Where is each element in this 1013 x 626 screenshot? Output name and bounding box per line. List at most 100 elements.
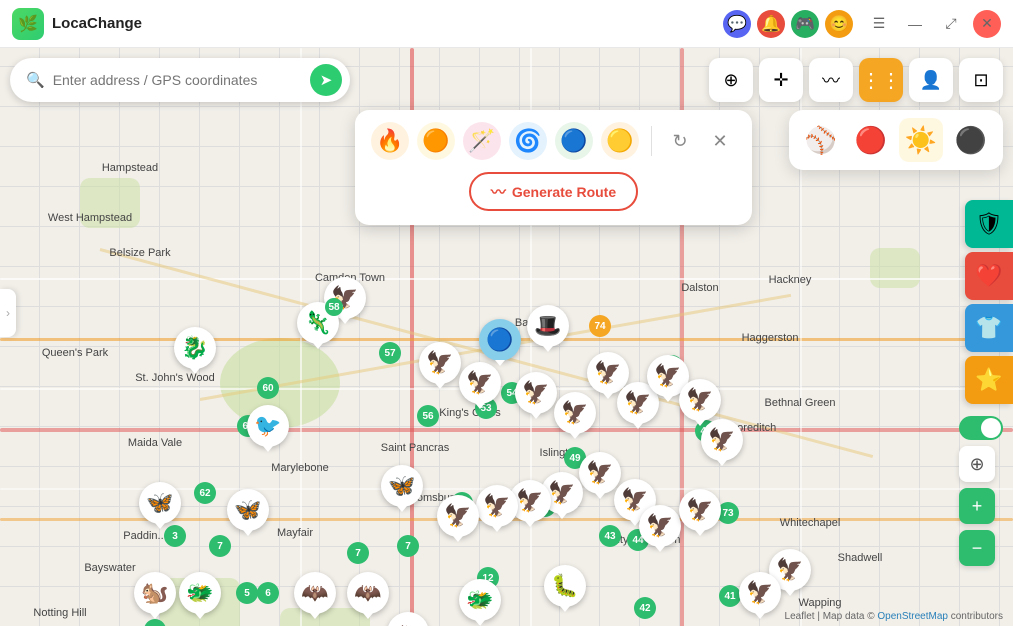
filter-fire[interactable]: 🟡	[601, 122, 639, 160]
pokemon-marker[interactable]: 🦅	[515, 372, 557, 414]
attribution-text: Leaflet | Map data ©	[785, 611, 878, 622]
pokemon-marker-ball[interactable]: 🔵	[479, 319, 521, 361]
pokemon-marker-squirrel[interactable]: 🐿️	[134, 572, 176, 614]
pokemon-marker[interactable]: 🦅	[476, 485, 518, 527]
map-label-queens-park: Queen's Park	[42, 347, 108, 359]
menu-icon[interactable]: ☰	[865, 10, 893, 38]
pokemon-marker[interactable]: 🦋	[227, 489, 269, 531]
zoom-out-button[interactable]: −	[959, 530, 995, 566]
pokemon-marker[interactable]: 🦅	[739, 572, 781, 614]
map-label-mayfair: Mayfair	[277, 527, 313, 539]
side-floats: 🛡 ❤️ 👕 ⭐	[965, 200, 1013, 404]
map-label-maidavale: Maida Vale	[128, 437, 182, 449]
osm-link[interactable]: OpenStreetMap	[877, 611, 948, 622]
filter-close-button[interactable]: ✕	[704, 125, 736, 157]
app-name: LocaChange	[52, 15, 723, 32]
loc-number: 7	[209, 535, 231, 557]
settings-button[interactable]: ⊡	[959, 58, 1003, 102]
pokemon-marker[interactable]: 🦇	[294, 572, 336, 614]
pokemon-marker[interactable]: 🦅	[459, 362, 501, 404]
shirt-icon[interactable]: 👕	[965, 304, 1013, 352]
attribution-contributors: contributors	[951, 611, 1003, 622]
pokemon-marker[interactable]: 🦅	[639, 505, 681, 547]
pokemon-marker[interactable]: 🦅	[679, 379, 721, 421]
pokemon-marker[interactable]: 🦅	[419, 342, 461, 384]
tray-icons: 💬 🔔 🎮 😊	[723, 10, 853, 38]
crosshair-button[interactable]: ⊕	[709, 58, 753, 102]
filter-water[interactable]: 🌀	[509, 122, 547, 160]
send-location-button[interactable]: ➤	[310, 64, 342, 96]
game-icon[interactable]: 🎮	[791, 10, 819, 38]
pokemon-marker[interactable]: 🦋	[139, 482, 181, 524]
loc-number: 56	[417, 405, 439, 427]
pokemon-marker[interactable]: 🦇	[387, 612, 429, 626]
loc-number: 60	[257, 377, 279, 399]
map-label-haggerston: Haggerston	[742, 332, 799, 344]
filter-electric[interactable]: 🔵	[555, 122, 593, 160]
map-label-belsize: Belsize Park	[109, 247, 170, 259]
map-label-paddin: Paddin...	[123, 530, 166, 542]
generate-route-label: Generate Route	[512, 184, 616, 200]
search-input[interactable]	[53, 72, 310, 88]
pokemon-marker-hat[interactable]: 🎩	[527, 305, 569, 347]
pokemon-marker[interactable]: 🦎58	[297, 302, 339, 344]
pokemon-marker[interactable]: 🐲	[459, 579, 501, 621]
minimize-button[interactable]: —	[901, 10, 929, 38]
pokemon-marker[interactable]: 🐦	[247, 405, 289, 447]
pokemon-marker[interactable]: 🦅	[437, 495, 479, 537]
filter-fairy[interactable]: 🪄	[463, 122, 501, 160]
pokeball-regular[interactable]: ⚾	[799, 118, 843, 162]
pokemon-marker[interactable]: 🦅	[701, 419, 743, 461]
pokemon-marker[interactable]: 🐉	[174, 327, 216, 369]
close-button[interactable]: ✕	[973, 10, 1001, 38]
pokemon-marker[interactable]: 🦋	[381, 465, 423, 507]
loc-number: 5	[236, 582, 258, 604]
refresh-button[interactable]: ↻	[664, 125, 696, 157]
dns-icon[interactable]: 🛡	[965, 200, 1013, 248]
map-label-west-hampstead: West Hampstead	[48, 212, 132, 224]
maximize-button[interactable]: ⤢	[937, 10, 965, 38]
loc-number: 74	[589, 315, 611, 337]
route-icon: 〰	[491, 181, 506, 202]
zoom-in-button[interactable]: +	[959, 488, 995, 524]
sidebar-toggle[interactable]: ›	[0, 289, 16, 337]
discord-icon[interactable]: 💬	[723, 10, 751, 38]
toggle-switch[interactable]	[959, 416, 1003, 440]
health-icon[interactable]: ❤️	[965, 252, 1013, 300]
pokemon-marker[interactable]: 🦅	[679, 489, 721, 531]
pokemon-marker[interactable]: 🦇	[347, 572, 389, 614]
map-label-notting-hill: Notting Hill	[33, 607, 86, 619]
notification-icon[interactable]: 🔔	[757, 10, 785, 38]
locate-me-button[interactable]: ⊕	[959, 446, 995, 482]
loc-number: 62	[194, 482, 216, 504]
pokeball-great[interactable]: 🔴	[849, 118, 893, 162]
pokeball-dark[interactable]: ⚫	[949, 118, 993, 162]
toolbar-right: ⊕ ✛ 〰 ⋮⋮ 👤 ⊡	[709, 58, 1003, 102]
pokemon-marker[interactable]: 🦅	[554, 392, 596, 434]
window-controls: ☰ — ⤢ ✕	[865, 10, 1001, 38]
app-logo: 🌿	[12, 8, 44, 40]
filter-charmander[interactable]: 🔥	[371, 122, 409, 160]
share-button[interactable]: ⋮⋮	[859, 58, 903, 102]
loc-number: 57	[379, 342, 401, 364]
map-label-dalston: Dalston	[681, 282, 718, 294]
search-icon: 🔍	[26, 71, 45, 89]
emoji-icon[interactable]: 😊	[825, 10, 853, 38]
loc-number: 42	[634, 597, 656, 619]
map-label-bethnal: Bethnal Green	[765, 397, 836, 409]
pokeball-sun[interactable]: ☀️	[899, 118, 943, 162]
map-label-stpancras: Saint Pancras	[381, 442, 449, 454]
pokemon-marker[interactable]: 🐛	[544, 565, 586, 607]
pokemon-marker[interactable]: 🐲	[179, 572, 221, 614]
generate-route-button[interactable]: 〰 Generate Route	[469, 172, 638, 211]
profile-button[interactable]: 👤	[909, 58, 953, 102]
route-button[interactable]: 〰	[809, 58, 853, 102]
map-label-bayswater: Bayswater	[84, 562, 135, 574]
filter-orange[interactable]: 🟠	[417, 122, 455, 160]
map-label-wapping: Wapping	[798, 597, 841, 609]
map-label-shadwell: Shadwell	[838, 552, 883, 564]
map-attribution: Leaflet | Map data © OpenStreetMap contr…	[785, 611, 1003, 622]
move-button[interactable]: ✛	[759, 58, 803, 102]
map-label-marylebone: Marylebone	[271, 462, 328, 474]
star-icon[interactable]: ⭐	[965, 356, 1013, 404]
